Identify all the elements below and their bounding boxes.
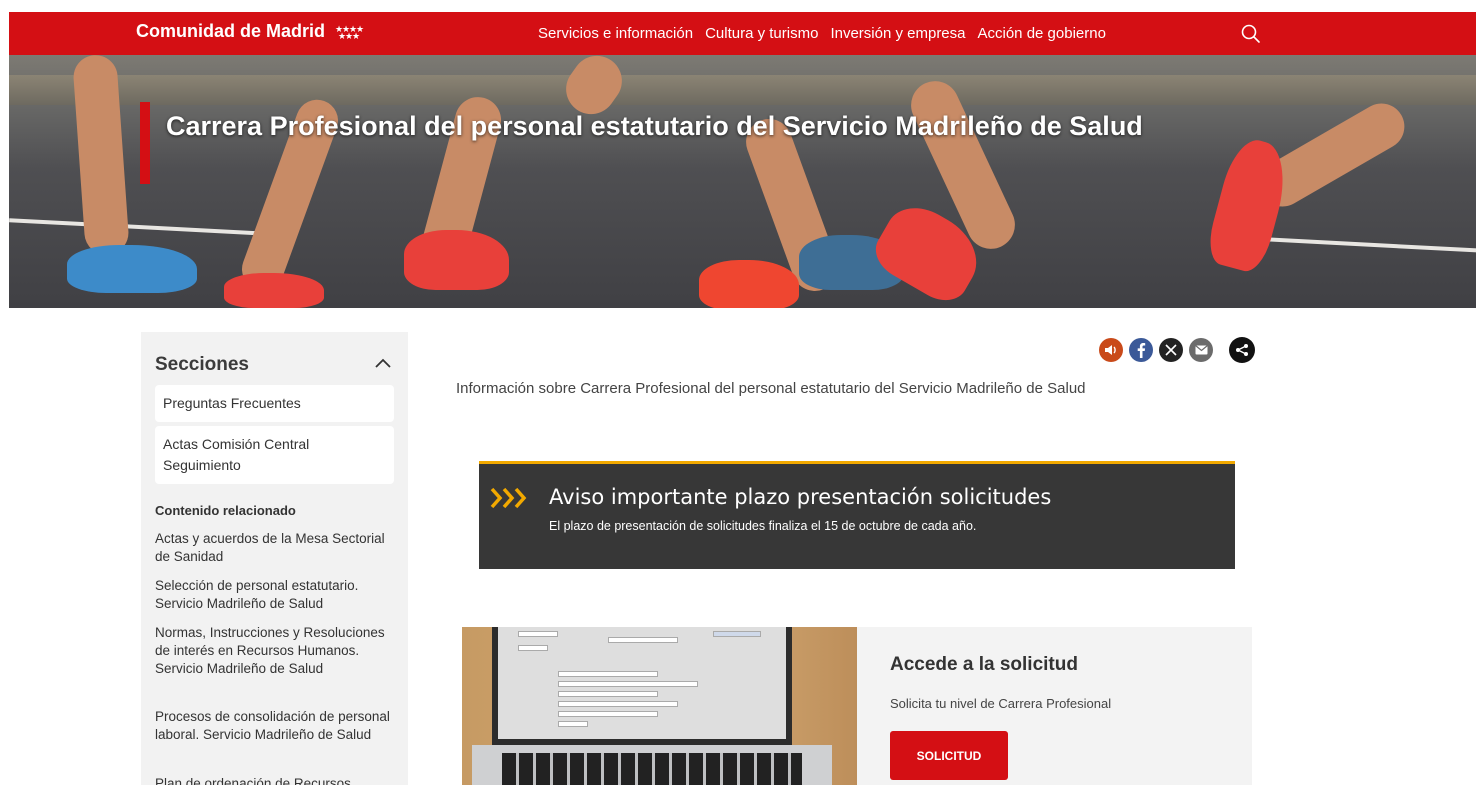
stars-icon: ★★★★ ★★★ [335,25,364,40]
form-field [518,645,548,651]
brand-logo[interactable]: Comunidad de Madrid ★ ★ ★ ★ ★ ★ ★ [136,21,365,42]
title-accent-bar [140,102,150,184]
email-icon[interactable] [1189,338,1213,362]
form-field [558,681,698,687]
hero-banner: Carrera Profesional del personal estatut… [9,55,1476,308]
form-field [713,631,761,637]
related-link[interactable]: Normas, Instrucciones y Resoluciones de … [155,624,395,678]
chevron-up-icon[interactable] [373,356,393,370]
hero-curb [9,75,1476,105]
related-link[interactable]: Procesos de consolidación de personal la… [155,708,395,744]
chevrons-right-icon [490,487,527,509]
sidebar-item-actas-comision[interactable]: Actas Comisión Central Seguimiento [155,426,394,484]
notice-title: Aviso importante plazo presentación soli… [549,485,1052,509]
runner-shoe [699,260,799,308]
solicitud-button[interactable]: SOLICITUD [890,731,1008,780]
nav-accion-gobierno[interactable]: Acción de gobierno [978,25,1106,42]
laptop-screen [492,627,792,745]
sidebar: Secciones Preguntas Frecuentes Actas Com… [141,332,408,785]
facebook-icon[interactable] [1129,338,1153,362]
form-field [608,637,678,643]
form-field [558,701,678,707]
related-heading: Contenido relacionado [155,503,296,518]
runner-shoe [67,245,197,293]
keyboard [502,753,802,785]
card-text: Solicita tu nivel de Carrera Profesional [890,696,1112,711]
search-icon[interactable] [1240,23,1262,45]
runner-shoe [224,273,324,308]
brand-name[interactable]: Comunidad de Madrid [136,21,325,42]
nav-servicios[interactable]: Servicios e información [538,25,693,42]
form-field [518,631,558,637]
top-navigation-bar: Comunidad de Madrid ★ ★ ★ ★ ★ ★ ★ Servicios e… [9,12,1476,55]
x-icon[interactable] [1159,338,1183,362]
main-nav: Servicios e información Cultura y turism… [538,25,1106,42]
page-title: Carrera Profesional del personal estatut… [166,111,1143,141]
nav-inversion[interactable]: Inversión y empresa [830,25,965,42]
notice-banner: Aviso importante plazo presentación soli… [479,461,1235,569]
related-link[interactable]: Actas y acuerdos de la Mesa Sectorial de… [155,530,395,566]
nav-cultura[interactable]: Cultura y turismo [705,25,818,42]
road-line [1259,236,1476,254]
share-icon[interactable] [1229,337,1255,363]
notice-text: El plazo de presentación de solicitudes … [549,519,977,533]
runner-shoe [404,230,509,290]
form-field [558,691,658,697]
sidebar-heading: Secciones [155,354,249,375]
svg-text:★: ★ [352,32,360,40]
sidebar-item-preguntas-frecuentes[interactable]: Preguntas Frecuentes [155,385,394,422]
intro-text: Información sobre Carrera Profesional de… [456,380,1086,397]
laptop-image [462,627,857,785]
form-field [558,711,658,717]
audio-icon[interactable] [1099,338,1123,362]
road-line [9,218,269,236]
related-link[interactable]: Selección de personal estatutario. Servi… [155,577,395,613]
related-link[interactable]: Plan de ordenación de Recursos [155,775,395,785]
card-title: Accede a la solicitud [890,654,1078,675]
form-field [558,721,588,727]
application-card: Accede a la solicitud Solicita tu nivel … [462,627,1252,785]
form-field [558,671,658,677]
